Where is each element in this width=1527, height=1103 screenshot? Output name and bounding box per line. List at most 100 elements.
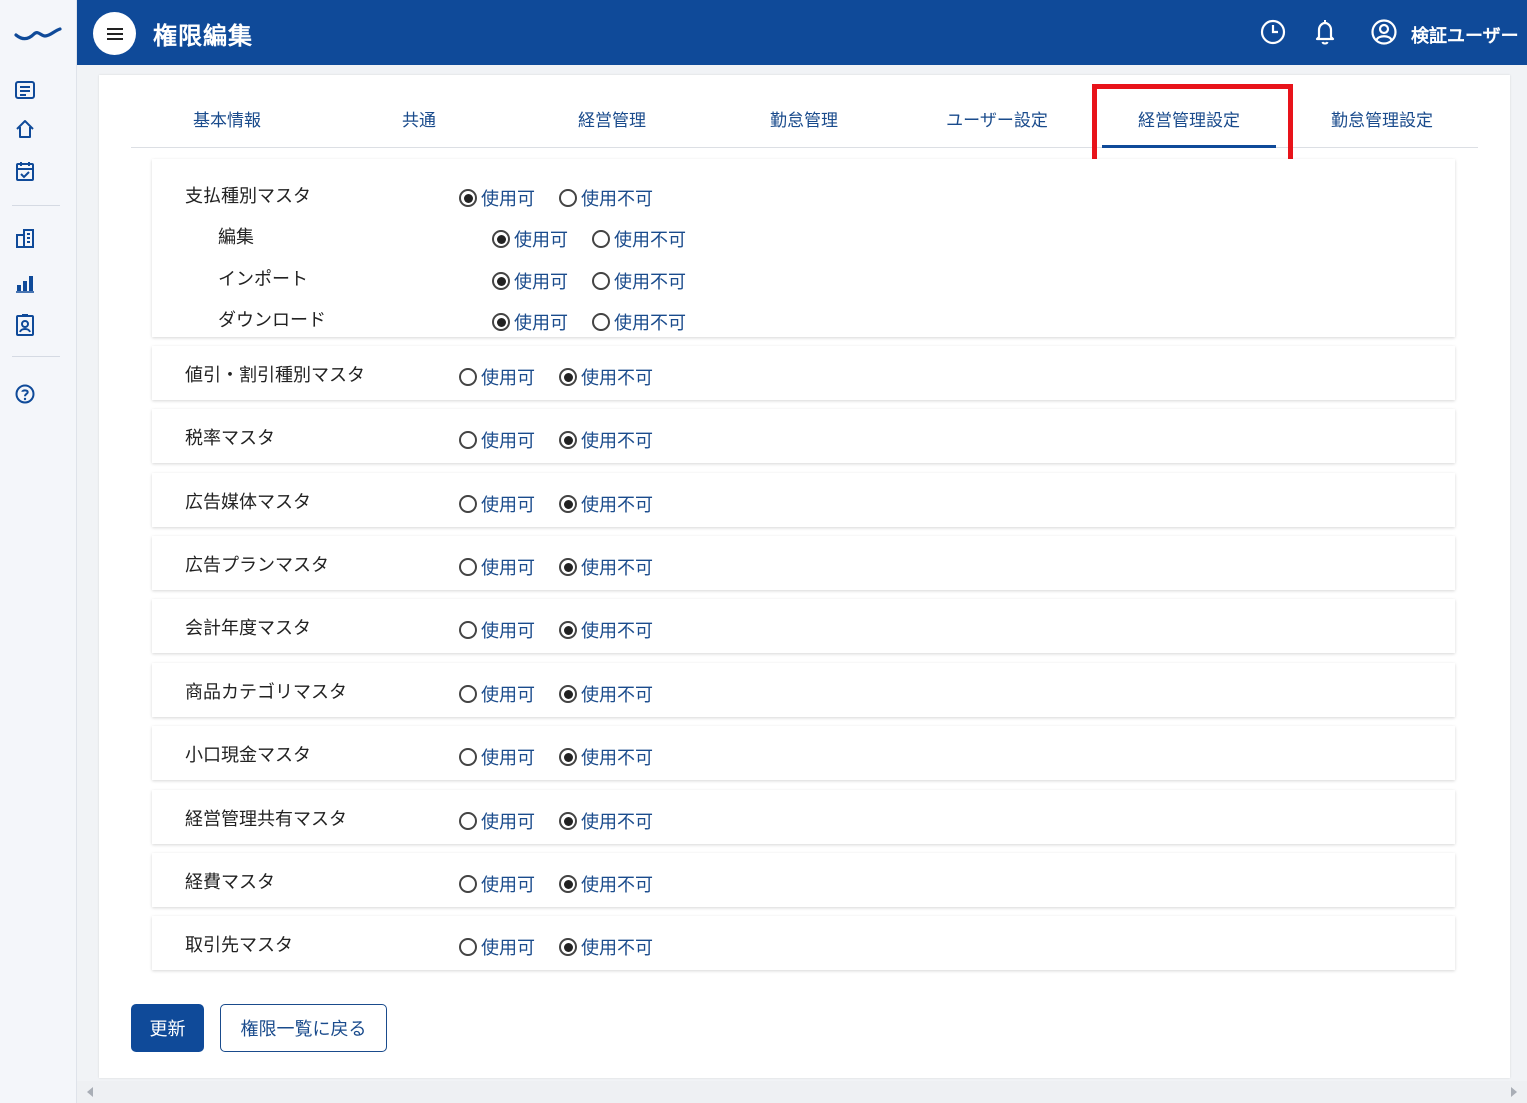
permission-label: 会計年度マスタ [185,618,311,639]
radio-unchecked-icon [459,368,477,386]
radio-denied[interactable]: 使用不可 [592,226,686,252]
permission-label: 支払種別マスタ [185,186,311,207]
tab-attendance-management[interactable]: 勤怠管理 [708,100,900,148]
radio-checked-icon [559,938,577,956]
radio-unchecked-icon [592,272,610,290]
radio-label: 使用不可 [581,938,653,959]
radio-denied[interactable]: 使用不可 [559,808,653,834]
tab-basic-info[interactable]: 基本情報 [131,100,323,148]
radio-denied[interactable]: 使用不可 [559,491,653,517]
radio-label: 使用不可 [614,272,686,293]
radio-checked-icon [559,685,577,703]
radio-unchecked-icon [459,495,477,513]
bar-chart-icon[interactable] [12,270,38,296]
permission-row: 値引・割引種別マスタ 使用可 使用不可 [152,346,1455,400]
radio-allowed[interactable]: 使用可 [459,491,535,517]
tab-user-settings[interactable]: ユーザー設定 [901,100,1093,148]
radio-checked-icon [559,875,577,893]
radio-denied[interactable]: 使用不可 [592,309,686,335]
calendar-check-icon[interactable] [12,158,38,184]
permission-sub-label: 編集 [218,227,254,248]
radio-label: 使用不可 [581,558,653,579]
radio-label: 使用不可 [614,230,686,251]
radio-denied[interactable]: 使用不可 [559,364,653,390]
radio-label: 使用可 [481,495,535,516]
tab-business-management[interactable]: 経営管理 [516,100,708,148]
user-circle-icon[interactable] [1370,18,1398,46]
permission-edit-card: 基本情報 共通 経営管理 勤怠管理 ユーザー設定 経営管理設定 勤怠管理設定 支… [99,75,1510,1078]
radio-checked-icon [559,621,577,639]
radio-label: 使用不可 [581,431,653,452]
radio-label: 使用不可 [581,368,653,389]
radio-label: 使用可 [481,368,535,389]
radio-allowed[interactable]: 使用可 [492,268,568,294]
radio-checked-icon [492,272,510,290]
radio-checked-icon [459,189,477,207]
user-name[interactable]: 検証ユーザー [1411,22,1519,48]
permission-row: 広告媒体マスタ 使用可 使用不可 [152,473,1455,527]
home-icon[interactable] [12,116,38,142]
bell-icon[interactable] [1311,18,1339,46]
horizontal-scrollbar[interactable] [77,1081,1527,1103]
radio-label: 使用可 [514,272,568,293]
radio-allowed[interactable]: 使用可 [492,309,568,335]
permission-label: 経営管理共有マスタ [185,809,347,830]
radio-allowed[interactable]: 使用可 [459,934,535,960]
tab-business-management-settings[interactable]: 経営管理設定 [1093,100,1285,148]
radio-label: 使用可 [481,685,535,706]
history-icon[interactable] [1259,18,1287,46]
radio-allowed[interactable]: 使用可 [459,364,535,390]
radio-label: 使用不可 [614,313,686,334]
id-badge-icon[interactable] [12,312,38,338]
radio-denied[interactable]: 使用不可 [559,185,653,211]
permission-row: 会計年度マスタ 使用可 使用不可 [152,599,1455,653]
back-to-list-button[interactable]: 権限一覧に戻る [220,1004,387,1052]
list-icon[interactable] [12,77,38,103]
permission-label: 経費マスタ [185,872,275,893]
permission-sub-label: インポート [218,269,308,290]
radio-label: 使用不可 [581,621,653,642]
radio-allowed[interactable]: 使用可 [459,427,535,453]
radio-unchecked-icon [459,558,477,576]
update-button[interactable]: 更新 [131,1004,204,1052]
radio-unchecked-icon [459,938,477,956]
radio-label: 使用不可 [581,685,653,706]
sidebar [0,0,77,1103]
permission-label: 小口現金マスタ [185,745,311,766]
radio-checked-icon [559,495,577,513]
radio-allowed[interactable]: 使用可 [459,808,535,834]
radio-label: 使用不可 [581,875,653,896]
permission-row: 税率マスタ 使用可 使用不可 [152,409,1455,463]
scroll-right-arrow-icon[interactable] [1511,1087,1517,1097]
radio-label: 使用不可 [581,189,653,210]
permission-label: 取引先マスタ [185,935,293,956]
radio-allowed[interactable]: 使用可 [459,617,535,643]
scroll-left-arrow-icon[interactable] [87,1087,93,1097]
page-title: 権限編集 [153,22,253,50]
radio-denied[interactable]: 使用不可 [559,871,653,897]
help-icon[interactable] [12,381,38,407]
radio-allowed[interactable]: 使用可 [459,744,535,770]
radio-label: 使用可 [481,812,535,833]
radio-label: 使用可 [514,313,568,334]
tab-common[interactable]: 共通 [323,100,515,148]
radio-denied[interactable]: 使用不可 [559,617,653,643]
radio-denied[interactable]: 使用不可 [559,681,653,707]
permission-row: 商品カテゴリマスタ 使用可 使用不可 [152,663,1455,717]
radio-allowed[interactable]: 使用可 [459,554,535,580]
brand-logo [14,27,62,41]
tab-attendance-management-settings[interactable]: 勤怠管理設定 [1286,100,1478,148]
radio-denied[interactable]: 使用不可 [559,554,653,580]
building-icon[interactable] [12,225,38,251]
radio-allowed[interactable]: 使用可 [459,185,535,211]
radio-denied[interactable]: 使用不可 [559,934,653,960]
radio-denied[interactable]: 使用不可 [592,268,686,294]
radio-allowed[interactable]: 使用可 [492,226,568,252]
radio-allowed[interactable]: 使用可 [459,681,535,707]
permission-row: 広告プランマスタ 使用可 使用不可 [152,536,1455,590]
radio-label: 使用可 [481,748,535,769]
radio-denied[interactable]: 使用不可 [559,744,653,770]
radio-denied[interactable]: 使用不可 [559,427,653,453]
menu-icon[interactable] [93,12,136,55]
radio-allowed[interactable]: 使用可 [459,871,535,897]
